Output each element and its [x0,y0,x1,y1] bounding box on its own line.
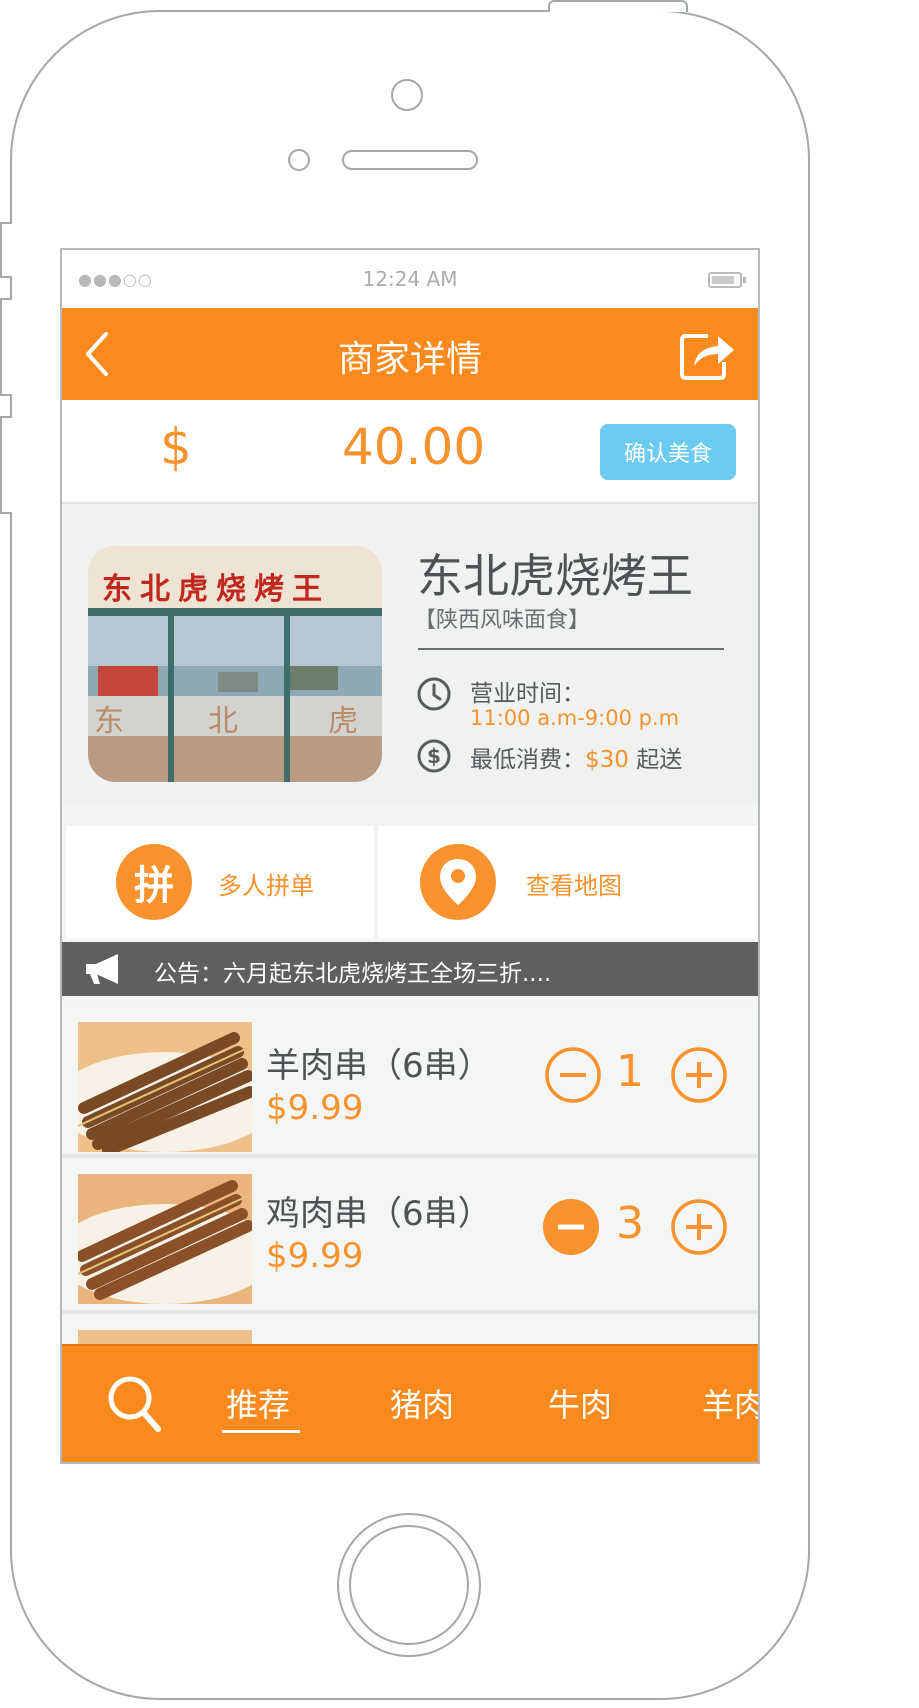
quantity-value: 1 [616,1046,644,1097]
group-order-button[interactable]: 拼 多人拼单 [66,826,374,938]
tab-lamb[interactable]: 羊肉 [702,1380,758,1426]
currency-symbol: $ [160,418,192,476]
view-map-label: 查看地图 [526,872,622,900]
svg-text:$: $ [427,744,441,768]
app-screen: ●●●○○ 12:24 AM 商家详情 $ 40.00 确认美食 东北虎烧烤王 … [60,248,760,1464]
item-name: 鸡肉串（6串） [266,1194,492,1234]
earpiece-speaker [342,150,478,170]
power-button [548,0,688,12]
minimum-order-label: 最低消费： [470,747,585,773]
item-price: $9.99 [266,1088,364,1128]
dollar-circle-icon: $ [417,739,451,773]
minimum-order-suffix: 起送 [636,747,683,773]
item-name: 羊肉串（6串） [266,1046,492,1086]
volume-down-button [0,416,12,514]
search-icon[interactable] [106,1374,162,1434]
map-pin-icon [420,844,496,920]
shop-photo-window-char: 北 [208,704,238,739]
minus-icon[interactable] [542,1198,600,1256]
front-camera [391,79,423,111]
order-amount: 40.00 [342,418,486,476]
megaphone-icon [86,954,118,984]
quantity-value: 3 [616,1198,644,1249]
status-bar: ●●●○○ 12:24 AM [62,250,758,308]
volume-up-button [0,298,12,396]
list-item: 鸡肉串（6串） $9.99 3 [62,1158,758,1314]
food-photo [78,1022,252,1152]
divider [418,648,724,650]
plus-icon[interactable] [670,1198,728,1256]
shop-actions: 拼 多人拼单 查看地图 [62,826,758,938]
group-order-label: 多人拼单 [218,872,314,900]
tab-beef[interactable]: 牛肉 [548,1380,612,1426]
order-total-bar: $ 40.00 确认美食 [62,400,758,504]
shop-photo-window-char: 虎 [328,704,358,739]
business-hours-value: 11:00 a.m-9:00 p.m [470,706,680,730]
minimum-order: 最低消费：$30 起送 [470,740,682,774]
list-item: 羊肉串（6串） $9.99 1 [62,1002,758,1158]
plus-icon[interactable] [670,1046,728,1104]
group-order-icon: 拼 [116,844,192,920]
shop-info: 东北虎烧烤王 东 北 虎 东北虎烧烤王 【陕西风味面食】 营业时间： 11:00… [62,504,758,804]
status-time: 12:24 AM [362,267,458,291]
announcement-text: 公告：六月起东北虎烧烤王全场三折.... [154,961,552,987]
minus-icon[interactable] [544,1046,602,1104]
view-map-button[interactable]: 查看地图 [378,826,758,938]
item-price: $9.99 [266,1236,364,1276]
tab-pork[interactable]: 猪肉 [390,1380,454,1426]
business-hours-label: 营业时间： [470,681,585,707]
nav-bar: 商家详情 [62,308,758,400]
clock-icon [417,677,451,711]
battery-icon [708,272,746,288]
category-tab-bar: 推荐 猪肉 牛肉 羊肉 [62,1344,758,1462]
proximity-sensor [288,149,310,171]
tab-recommended[interactable]: 推荐 [226,1380,290,1426]
shop-photo-window-char: 东 [94,704,124,739]
food-photo [78,1174,252,1304]
announcement-bar[interactable]: 公告：六月起东北虎烧烤王全场三折.... [62,942,758,996]
minimum-order-value: $30 [585,747,629,773]
home-button-inner-ring [349,1525,469,1645]
share-icon[interactable] [678,328,736,382]
mute-switch [0,222,12,278]
shop-photo-sign: 东北虎烧烤王 [102,572,330,607]
page-title: 商家详情 [337,339,482,380]
shop-name: 东北虎烧烤王 [417,549,693,603]
shop-category: 【陕西风味面食】 [414,608,591,633]
confirm-food-button[interactable]: 确认美食 [600,424,736,480]
active-tab-indicator [222,1430,300,1433]
shop-photo: 东北虎烧烤王 东 北 虎 [88,546,382,782]
